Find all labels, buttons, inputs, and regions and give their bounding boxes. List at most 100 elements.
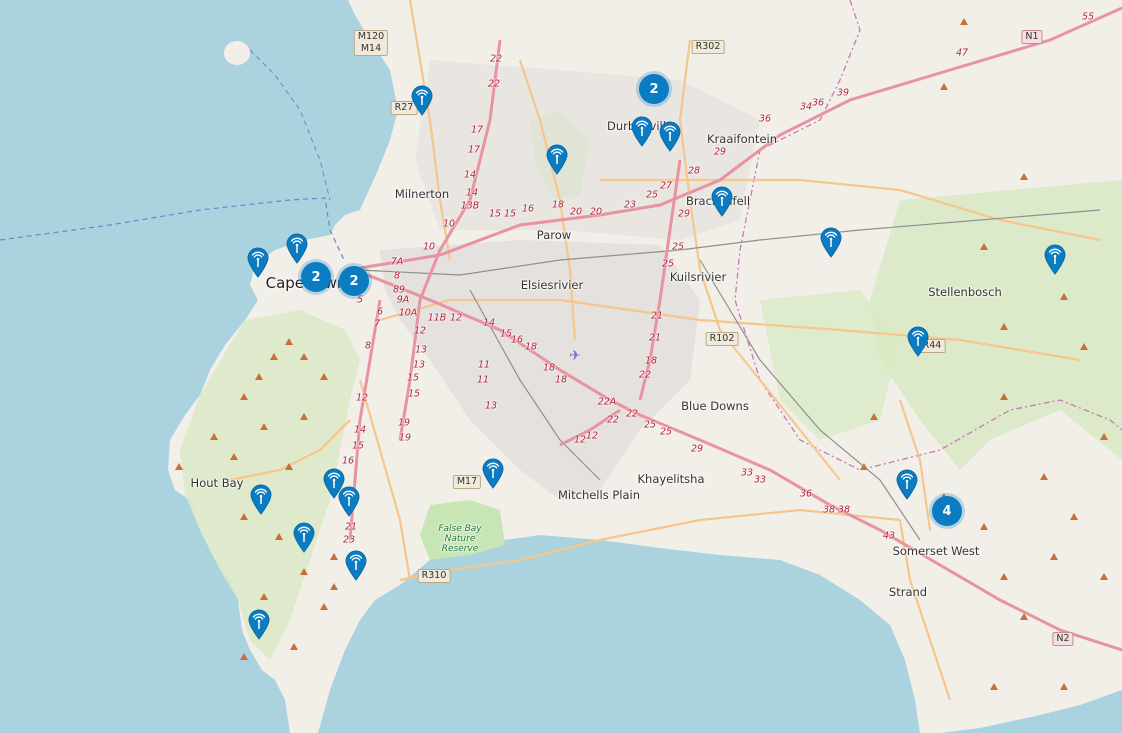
exit-number: 22 <box>606 414 620 426</box>
exit-number: 6 <box>376 306 384 318</box>
exit-number: 25 <box>659 426 673 438</box>
antenna-marker-icon[interactable] <box>907 326 929 357</box>
exit-number: 10 <box>442 218 456 230</box>
antenna-marker-icon[interactable] <box>247 247 269 278</box>
route-shield-n1: N1 <box>1021 30 1043 44</box>
exit-number: 25 <box>661 258 675 270</box>
exit-number: 55 <box>1081 11 1095 23</box>
route-shield-r302: R302 <box>691 40 725 54</box>
exit-number: 19 <box>398 432 412 444</box>
exit-number: 8 <box>364 340 372 352</box>
antenna-marker-icon[interactable] <box>546 144 568 175</box>
exit-number: 17 <box>467 144 481 156</box>
antenna-marker-icon[interactable] <box>345 550 367 581</box>
exit-number: 22 <box>489 53 503 65</box>
marker-cluster-durbanville[interactable]: 2 <box>639 74 669 104</box>
exit-number: 20 <box>569 206 583 218</box>
exit-number: 5 <box>356 294 364 306</box>
exit-number: 13 <box>412 359 426 371</box>
exit-number: 47 <box>955 47 969 59</box>
exit-number: 14 <box>353 424 367 436</box>
exit-number: 18 <box>524 341 538 353</box>
exit-number: 21 <box>650 310 664 322</box>
exit-number: 33 <box>740 467 754 479</box>
exit-number: 11 <box>476 374 490 386</box>
exit-number: 27 <box>659 180 673 192</box>
antenna-marker-icon[interactable] <box>896 469 918 500</box>
marker-cluster-cape-town-b[interactable]: 2 <box>339 266 369 296</box>
exit-number: 18 <box>554 374 568 386</box>
antenna-marker-icon[interactable] <box>659 121 681 152</box>
exit-number: 7A <box>390 256 404 268</box>
exit-number: 13B <box>460 200 480 212</box>
antenna-marker-icon[interactable] <box>631 116 653 147</box>
exit-number: 21 <box>648 332 662 344</box>
exit-number: 14 <box>465 187 479 199</box>
exit-number: 16 <box>510 334 524 346</box>
route-shield-r310: R310 <box>417 569 451 583</box>
antenna-marker-icon[interactable] <box>411 85 433 116</box>
exit-number: 22 <box>625 408 639 420</box>
exit-number: 7 <box>373 318 381 330</box>
antenna-marker-icon[interactable] <box>820 227 842 258</box>
antenna-marker-icon[interactable] <box>338 486 360 517</box>
route-shield-m120-m14: M120 M14 <box>353 30 389 56</box>
exit-number: 8 <box>393 270 401 282</box>
exit-number: 14 <box>482 317 496 329</box>
exit-number: 38 <box>822 504 836 516</box>
exit-number: 22A <box>597 396 617 408</box>
exit-number: 29 <box>677 208 691 220</box>
exit-number: 12 <box>573 434 587 446</box>
exit-number: 33 <box>753 474 767 486</box>
exit-number: 12 <box>355 392 369 404</box>
antenna-marker-icon[interactable] <box>248 609 270 640</box>
exit-number: 20 <box>589 206 603 218</box>
exit-number: 13 <box>414 344 428 356</box>
exit-number: 15 <box>503 208 517 220</box>
antenna-marker-icon[interactable] <box>711 186 733 217</box>
exit-number: 25 <box>643 419 657 431</box>
marker-cluster-cape-town-a[interactable]: 2 <box>301 262 331 292</box>
exit-number: 25 <box>671 241 685 253</box>
exit-number: 15 <box>351 440 365 452</box>
marker-cluster-somerset-west[interactable]: 4 <box>932 496 962 526</box>
antenna-marker-icon[interactable] <box>482 458 504 489</box>
exit-number: 22 <box>487 78 501 90</box>
exit-number: 9A <box>396 294 410 306</box>
exit-number: 36 <box>811 97 825 109</box>
exit-number: 13 <box>484 400 498 412</box>
antenna-marker-icon[interactable] <box>1044 244 1066 275</box>
airport-icon: ✈ <box>569 348 581 364</box>
exit-number: 23 <box>342 534 356 546</box>
antenna-marker-icon[interactable] <box>250 484 272 515</box>
exit-number: 39 <box>836 87 850 99</box>
exit-number: 28 <box>687 165 701 177</box>
exit-number: 12 <box>413 325 427 337</box>
exit-number: 36 <box>758 113 772 125</box>
exit-number: 23 <box>623 199 637 211</box>
antenna-marker-icon[interactable] <box>293 522 315 553</box>
exit-number: 22 <box>638 369 652 381</box>
exit-number: 11 <box>477 359 491 371</box>
exit-number: 16 <box>521 203 535 215</box>
robben-island <box>224 41 250 65</box>
exit-number: 17 <box>470 124 484 136</box>
exit-number: 11B <box>427 312 447 324</box>
antenna-marker-icon[interactable] <box>286 233 308 264</box>
route-shield-n2: N2 <box>1052 632 1074 646</box>
map-base-layer: ✈ <box>0 0 1122 733</box>
exit-number: 25 <box>645 189 659 201</box>
exit-number: 12 <box>585 430 599 442</box>
exit-number: 18 <box>551 199 565 211</box>
exit-number: 29 <box>690 443 704 455</box>
route-shield-m17: M17 <box>452 475 482 489</box>
route-shield-r102: R102 <box>705 332 739 346</box>
map-view[interactable]: ✈ Cape TownMilnertonParowElsiesrivierKui… <box>0 0 1122 733</box>
exit-number: 43 <box>882 530 896 542</box>
exit-number: 18 <box>542 362 556 374</box>
exit-number: 19 <box>397 417 411 429</box>
exit-number: 15 <box>406 372 420 384</box>
exit-number: 10 <box>422 241 436 253</box>
exit-number: 10A <box>398 307 418 319</box>
exit-number: 38 <box>837 504 851 516</box>
